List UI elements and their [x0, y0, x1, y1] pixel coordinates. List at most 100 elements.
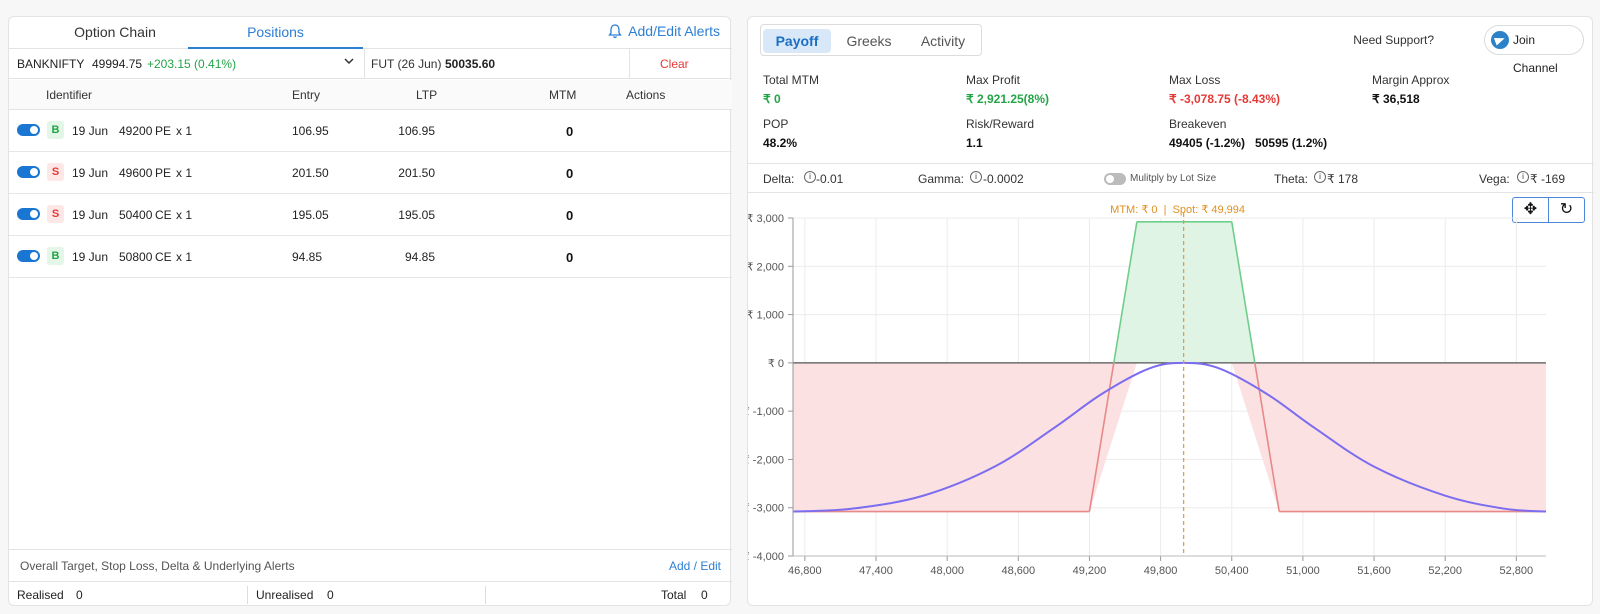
- tab-activity[interactable]: Activity: [907, 29, 979, 53]
- x-tick-label: 49,200: [1073, 565, 1107, 577]
- risk-reward-value: 1.1: [966, 136, 983, 150]
- left-tab-bar: Option Chain Positions Add/Edit Alerts: [9, 17, 732, 49]
- pop-label: POP: [763, 117, 789, 131]
- add-edit-alerts-label: Add/Edit Alerts: [628, 23, 720, 39]
- position-type: PE: [155, 124, 172, 138]
- y-tick-label: ₹ 0: [768, 358, 784, 370]
- vega-value: ₹ -169: [1530, 172, 1565, 186]
- add-edit-link[interactable]: Add / Edit: [669, 559, 721, 573]
- side-badge: B: [47, 121, 64, 139]
- tab-positions[interactable]: Positions: [188, 17, 363, 49]
- y-tick-label: ₹ -2,000: [748, 454, 784, 466]
- x-tick-label: 52,800: [1500, 565, 1534, 577]
- divider: [364, 49, 365, 79]
- position-qty: x 1: [176, 124, 193, 138]
- tab-greeks[interactable]: Greeks: [835, 29, 903, 53]
- position-toggle[interactable]: [17, 124, 40, 136]
- info-icon[interactable]: i: [1517, 171, 1529, 183]
- alerts-footer-label: Overall Target, Stop Loss, Delta & Under…: [20, 559, 295, 573]
- realised-value: 0: [76, 588, 83, 602]
- multiply-lot-size-toggle[interactable]: [1104, 173, 1126, 185]
- position-expiry: 19 Jun: [72, 250, 109, 264]
- max-profit-label: Max Profit: [966, 73, 1021, 87]
- margin-value: ₹ 36,518: [1372, 92, 1420, 106]
- payoff-panel: Payoff Greeks Activity Need Support? Joi…: [747, 16, 1594, 606]
- underlying-spot: 49994.75: [92, 57, 143, 71]
- col-ltp: LTP: [416, 88, 438, 102]
- position-ltp: 195.05: [398, 208, 435, 222]
- position-entry: 201.50: [292, 166, 329, 180]
- position-mtm: 0: [566, 166, 574, 181]
- x-tick-label: 48,000: [930, 565, 964, 577]
- theta-value: ₹ 178: [1327, 172, 1358, 186]
- payoff-tab-bar: Payoff Greeks Activity: [760, 24, 982, 56]
- position-ltp: 94.85: [404, 250, 435, 264]
- positions-panel: Option Chain Positions Add/Edit Alerts B…: [8, 16, 732, 607]
- max-loss-label: Max Loss: [1169, 73, 1221, 87]
- fut-price: 50035.60: [445, 57, 496, 71]
- position-toggle[interactable]: [17, 166, 40, 178]
- max-profit-value: ₹ 2,921.25(8%): [966, 92, 1050, 106]
- chart-fills: [793, 221, 1546, 512]
- x-tick-label: 51,600: [1357, 565, 1391, 577]
- position-mtm: 0: [566, 250, 574, 265]
- info-icon[interactable]: i: [804, 171, 816, 183]
- col-actions: Actions: [626, 88, 666, 102]
- position-row[interactable]: B 19 Jun 49200 PE x 1 106.95 106.95 0: [9, 110, 732, 152]
- position-entry: 94.85: [292, 250, 323, 264]
- total-label: Total: [661, 588, 687, 602]
- pnl-summary: Realised 0 Unrealised 0 Total 0: [9, 581, 732, 607]
- position-row[interactable]: S 19 Jun 49600 PE x 1 201.50 201.50 0: [9, 152, 732, 194]
- position-strike: 49600: [119, 166, 153, 180]
- add-edit-alerts-button[interactable]: Add/Edit Alerts: [608, 23, 720, 39]
- position-row[interactable]: S 19 Jun 50400 CE x 1 195.05 195.05 0: [9, 194, 732, 236]
- x-tick-label: 50,400: [1215, 565, 1249, 577]
- position-row[interactable]: B 19 Jun 50800 CE x 1 94.85 94.85 0: [9, 236, 732, 278]
- mtm-spot-annotation: MTM: ₹ 0 | Spot: ₹ 49,994: [1110, 204, 1245, 216]
- underlying-dropdown-chevron-icon[interactable]: [343, 55, 355, 70]
- y-tick-label: ₹ 3,000: [748, 213, 784, 225]
- divider: [629, 49, 630, 79]
- gamma-label: Gamma:: [918, 172, 965, 186]
- risk-reward-label: Risk/Reward: [966, 117, 1035, 131]
- underlying-name: BANKNIFTY: [17, 57, 85, 71]
- join-channel-button[interactable]: Join Channel: [1484, 25, 1584, 75]
- position-qty: x 1: [176, 166, 193, 180]
- position-strike: 50400: [119, 208, 153, 222]
- profit-area: [1113, 221, 1255, 363]
- breakeven-label: Breakeven: [1169, 117, 1227, 131]
- alerts-footer: Overall Target, Stop Loss, Delta & Under…: [9, 549, 732, 581]
- side-badge: S: [47, 163, 64, 181]
- position-mtm: 0: [566, 208, 574, 223]
- divider: [485, 586, 486, 604]
- position-toggle[interactable]: [17, 250, 40, 262]
- tab-payoff[interactable]: Payoff: [763, 29, 831, 53]
- margin-label: Margin Approx: [1372, 73, 1450, 87]
- max-loss-value: ₹ -3,078.75 (-8.43%): [1169, 92, 1281, 106]
- unrealised-value: 0: [327, 588, 334, 602]
- tab-option-chain[interactable]: Option Chain: [59, 17, 171, 49]
- payoff-chart: ₹ 3,000 ₹ 2,000 ₹ 1,000 ₹ 0 ₹ -1,000 ₹ -2,000…: [748, 204, 1547, 577]
- info-icon[interactable]: i: [1314, 171, 1326, 183]
- position-strike: 50800: [119, 250, 153, 264]
- position-ltp: 201.50: [398, 166, 435, 180]
- y-tick-label: ₹ 2,000: [748, 261, 784, 273]
- fut-label: FUT (26 Jun): [371, 57, 442, 71]
- position-toggle[interactable]: [17, 208, 40, 220]
- position-expiry: 19 Jun: [72, 166, 109, 180]
- total-value: 0: [701, 588, 708, 602]
- y-tick-label: ₹ -3,000: [748, 503, 784, 515]
- position-entry: 106.95: [292, 124, 329, 138]
- vega-label: Vega:: [1479, 172, 1510, 186]
- greeks-bar: Delta: i -0.01 Gamma: i -0.0002 Mulitply…: [748, 163, 1594, 193]
- total-mtm-value: ₹ 0: [763, 92, 781, 106]
- position-ltp: 106.95: [398, 124, 435, 138]
- delta-label: Delta:: [763, 172, 795, 186]
- position-type: CE: [155, 208, 172, 222]
- position-strike: 49200: [119, 124, 153, 138]
- clear-button[interactable]: Clear: [660, 57, 689, 71]
- position-type: PE: [155, 166, 172, 180]
- telegram-icon: [1491, 31, 1509, 49]
- col-identifier: Identifier: [46, 88, 93, 102]
- info-icon[interactable]: i: [970, 171, 982, 183]
